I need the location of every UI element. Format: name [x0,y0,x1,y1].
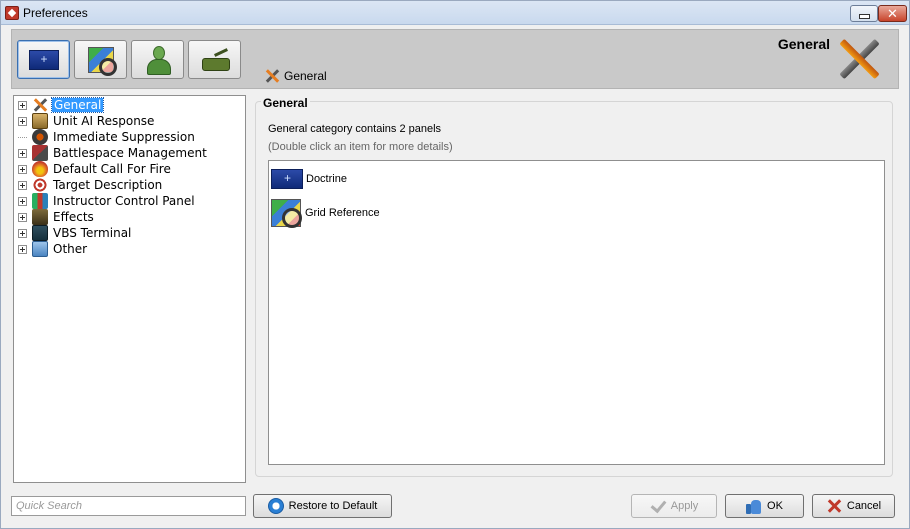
tree-item-instructor-control-panel[interactable]: Instructor Control Panel [18,193,196,209]
quick-search-input[interactable] [11,496,246,516]
panel-item-label: Doctrine [306,173,347,185]
cancel-label: Cancel [846,500,882,512]
tools-icon [264,68,280,84]
tree-item-default-call-for-fire[interactable]: Default Call For Fire [18,161,172,177]
tree-item-label: Unit AI Response [53,114,155,128]
panel-item-label: Grid Reference [305,207,380,219]
close-button[interactable]: ✕ [878,5,907,22]
restore-icon [267,498,284,514]
restore-label: Restore to Default [288,500,378,512]
close-icon: ✕ [887,5,898,21]
other-icon [32,241,48,257]
toolbar-tank-button[interactable] [188,40,241,79]
tank-icon [200,49,230,71]
tree-item-label: Immediate Suppression [53,130,195,144]
panel-list[interactable]: Doctrine Grid Reference [268,160,885,465]
apply-button[interactable]: Apply [631,494,717,518]
cancel-button[interactable]: Cancel [812,494,895,518]
title-bar[interactable]: Preferences ✕ [1,1,909,25]
toolbar-user-button[interactable] [131,40,184,79]
tools-icon [32,97,48,113]
app-icon [5,6,19,20]
expand-icon[interactable] [18,100,27,110]
battlespace-icon [32,145,48,161]
cancel-x-icon [826,498,842,514]
tree-item-vbs-terminal[interactable]: VBS Terminal [18,225,132,241]
tree-item-immediate-suppression[interactable]: Immediate Suppression [18,129,196,145]
expand-icon[interactable] [18,180,27,190]
panel-item-grid-reference[interactable]: Grid Reference [271,198,380,228]
window-title: Preferences [23,6,88,20]
tree-item-target-description[interactable]: Target Description [18,177,163,193]
page-title: General [777,36,830,52]
expand-icon[interactable] [18,116,27,126]
group-hint: (Double click an item for more details) [268,141,453,153]
checkmark-icon [650,498,666,514]
expand-icon[interactable] [18,212,27,222]
ok-button[interactable]: OK [725,494,804,518]
expand-icon[interactable] [18,228,27,238]
grid-map-icon [87,46,117,76]
tree-item-battlespace-management[interactable]: Battlespace Management [18,145,208,161]
terminal-icon [32,225,48,241]
suppression-icon [32,129,48,145]
tree-item-label: Battlespace Management [53,146,207,160]
doctrine-icon [271,169,303,189]
group-title: General [261,96,310,110]
user-icon [146,45,171,75]
tree-item-label: Default Call For Fire [53,162,171,176]
doctrine-icon [28,49,59,70]
toolbar-doctrine-button[interactable] [17,40,70,79]
tree-item-effects[interactable]: Effects [18,209,95,225]
expand-icon[interactable] [18,196,27,206]
target-icon [32,177,48,193]
ok-label: OK [767,500,783,512]
tree-item-label: General [50,97,105,113]
thumbs-up-icon [746,498,762,514]
restore-default-button[interactable]: Restore to Default [253,494,392,518]
tree-item-label: Instructor Control Panel [53,194,195,208]
tree-item-other[interactable]: Other [18,241,88,257]
category-tree[interactable]: General Unit AI Response Immediate Suppr… [13,95,246,483]
tree-connector [18,136,27,138]
unit-ai-icon [32,113,48,129]
fire-icon [32,161,48,177]
header-band: General General [11,29,899,89]
minimize-button[interactable] [850,5,878,22]
breadcrumb: General [264,68,327,84]
apply-label: Apply [670,500,699,512]
tree-item-general[interactable]: General [18,97,105,113]
instructor-icon [32,193,48,209]
tree-item-label: Target Description [53,178,163,192]
toolbar-grid-reference-button[interactable] [74,40,127,79]
expand-icon[interactable] [18,164,27,174]
tree-item-label: VBS Terminal [53,226,132,240]
breadcrumb-label: General [284,69,327,83]
grid-map-icon [271,199,302,228]
tree-item-unit-ai-response[interactable]: Unit AI Response [18,113,155,129]
expand-icon[interactable] [18,148,27,158]
tools-icon [834,34,884,84]
preferences-window: Preferences ✕ General General General [0,0,910,529]
tree-item-label: Effects [53,210,94,224]
expand-icon[interactable] [18,244,27,254]
effects-icon [32,209,48,225]
panel-item-doctrine[interactable]: Doctrine [271,164,347,194]
tree-item-label: Other [53,242,88,256]
group-description: General category contains 2 panels [268,123,442,135]
